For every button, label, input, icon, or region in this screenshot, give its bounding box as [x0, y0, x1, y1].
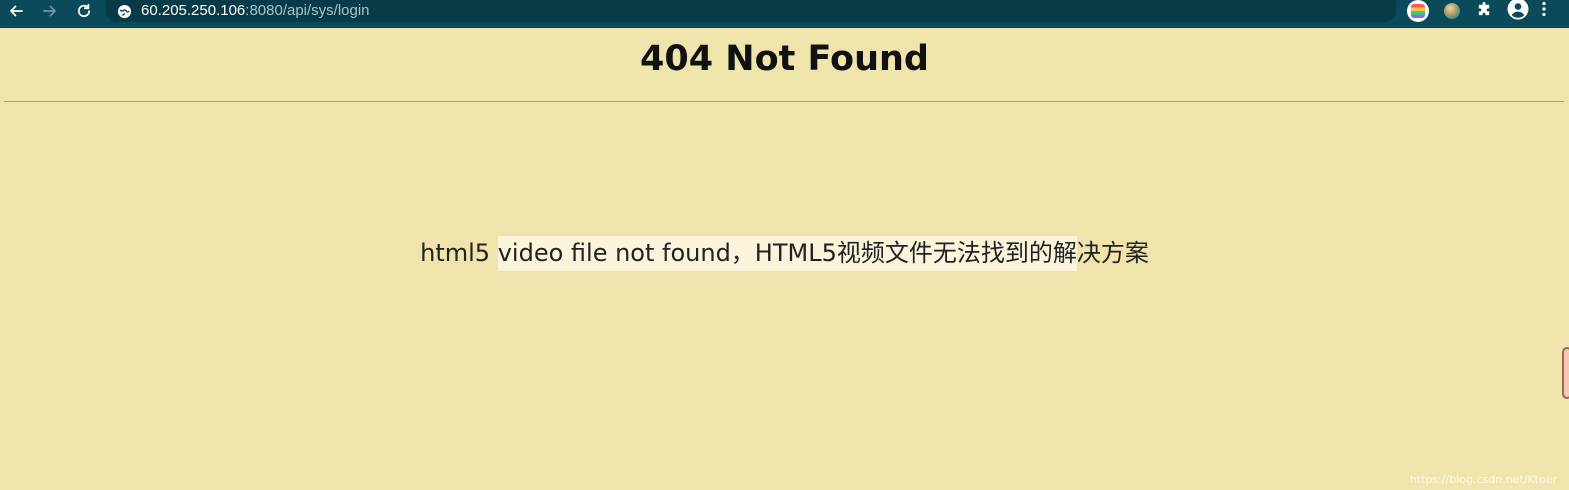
message-text-end: 决方案: [1076, 239, 1149, 267]
url-path: :8080/api/sys/login: [245, 2, 370, 19]
orb-extension-button[interactable]: [1439, 0, 1465, 24]
profile-button[interactable]: [1505, 0, 1531, 24]
address-bar[interactable]: 60.205.250.106:8080/api/sys/login: [106, 0, 1396, 22]
puzzle-icon: [1476, 1, 1493, 22]
orb-extension-icon: [1444, 3, 1460, 19]
url-text: 60.205.250.106:8080/api/sys/login: [141, 3, 370, 19]
divider: [4, 101, 1564, 102]
browser-toolbar: 60.205.250.106:8080/api/sys/login: [0, 0, 1569, 28]
page-title: 404 Not Found: [640, 39, 929, 79]
kebab-menu-icon: [1541, 0, 1547, 22]
colorful-extension-icon: [1407, 0, 1429, 22]
extensions-button[interactable]: [1471, 0, 1497, 24]
arrow-right-icon: [41, 2, 59, 24]
message-text-start: html5: [420, 239, 498, 267]
browser-menu-button[interactable]: [1531, 0, 1557, 24]
highlighted-text: video file not found，HTML5视频文件无法找到的解: [497, 236, 1077, 271]
profile-icon: [1507, 0, 1529, 24]
forward-button[interactable]: [38, 1, 62, 25]
colorful-extension-button[interactable]: [1405, 0, 1431, 24]
reload-button[interactable]: [72, 1, 96, 25]
site-info-icon[interactable]: [116, 3, 132, 19]
message-text: html5 video file not found，HTML5视频文件无法找到…: [0, 234, 1569, 272]
arrow-left-icon: [7, 2, 25, 24]
url-host: 60.205.250.106: [141, 2, 246, 19]
watermark: https://blog.csdn.net/Ktoer: [1409, 473, 1557, 486]
reload-icon: [75, 2, 93, 24]
side-widget-tab[interactable]: [1562, 347, 1569, 399]
back-button[interactable]: [4, 1, 28, 25]
